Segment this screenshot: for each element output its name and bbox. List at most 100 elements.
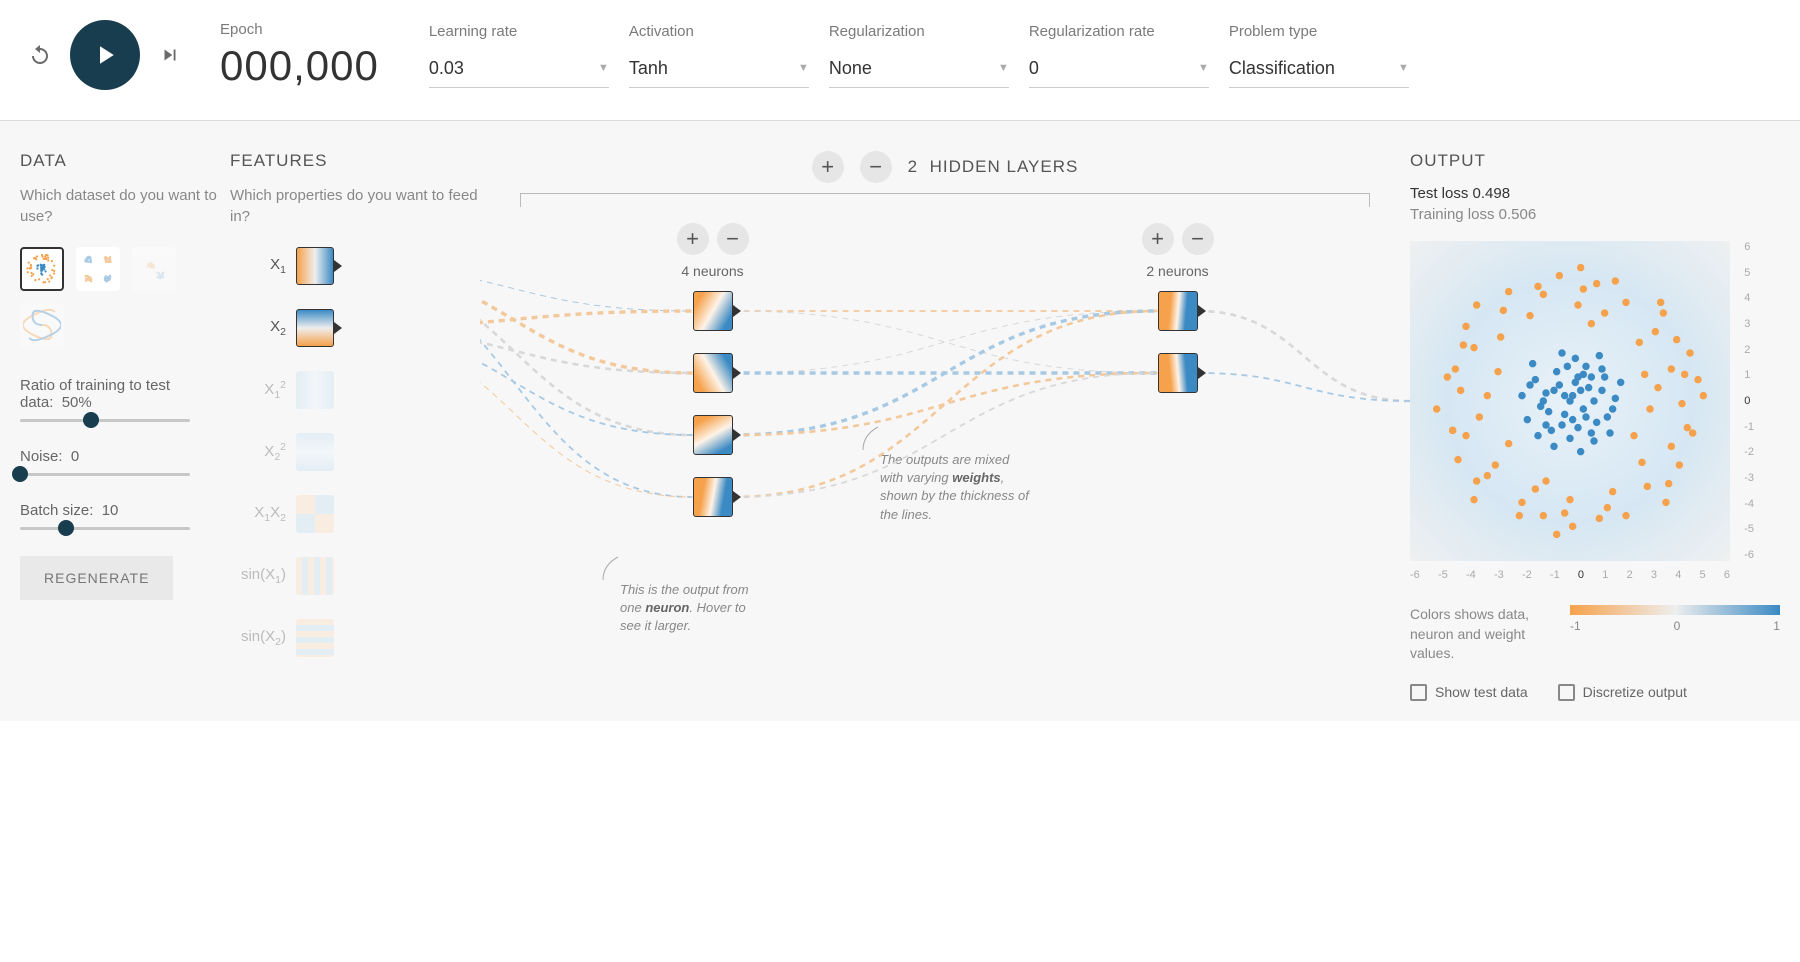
epoch-value: 000,000 bbox=[220, 42, 379, 90]
feature-label: X2 bbox=[230, 318, 286, 338]
activation-group: Activation Tanh ▼ bbox=[629, 23, 809, 88]
gradient-bar bbox=[1570, 605, 1780, 615]
noise-slider[interactable] bbox=[20, 473, 190, 476]
batch-value: 10 bbox=[102, 502, 119, 519]
triangle-icon bbox=[733, 491, 741, 503]
output-plot[interactable]: 6543210-1-2-3-4-5-6 -6-5-4-3-2-10123456 bbox=[1410, 241, 1730, 561]
feature-label: X1X2 bbox=[230, 504, 286, 524]
batch-slider[interactable] bbox=[20, 527, 190, 530]
feature-item[interactable]: sin(X2) bbox=[230, 619, 480, 657]
layers-bracket bbox=[520, 193, 1370, 207]
feature-label: X22 bbox=[230, 441, 286, 463]
problem-select[interactable]: Classification ▼ bbox=[1229, 54, 1409, 88]
dataset-circle[interactable] bbox=[20, 247, 64, 291]
add-neuron-button[interactable]: + bbox=[677, 223, 709, 255]
chevron-down-icon: ▼ bbox=[1398, 62, 1409, 74]
play-controls bbox=[20, 20, 190, 90]
feature-item[interactable]: X22 bbox=[230, 433, 480, 471]
color-gradient: -1 0 1 bbox=[1570, 605, 1780, 633]
dataset-spiral[interactable] bbox=[20, 303, 64, 347]
discretize-output-checkbox[interactable]: Discretize output bbox=[1558, 684, 1687, 701]
batch-label-text: Batch size: bbox=[20, 502, 93, 519]
plot-y-axis: 6543210-1-2-3-4-5-6 bbox=[1744, 241, 1754, 561]
feature-thumb[interactable] bbox=[296, 371, 334, 409]
hidden-layers-header: + − 2 HIDDEN LAYERS bbox=[480, 151, 1410, 183]
output-panel: OUTPUT Test loss 0.498 Training loss 0.5… bbox=[1410, 151, 1780, 701]
feature-item[interactable]: X1 bbox=[230, 247, 480, 285]
triangle-icon bbox=[733, 367, 741, 379]
show-test-data-checkbox[interactable]: Show test data bbox=[1410, 684, 1528, 701]
learning-rate-value: 0.03 bbox=[429, 58, 464, 79]
feature-thumb[interactable] bbox=[296, 309, 334, 347]
plot-x-axis: -6-5-4-3-2-10123456 bbox=[1410, 569, 1730, 581]
add-neuron-button[interactable]: + bbox=[1142, 223, 1174, 255]
feature-item[interactable]: X1X2 bbox=[230, 495, 480, 533]
triangle-icon bbox=[733, 305, 741, 317]
feature-thumb[interactable] bbox=[296, 433, 334, 471]
neuron[interactable] bbox=[693, 415, 733, 455]
ratio-label: Ratio of training to test data: 50% bbox=[20, 377, 230, 411]
feature-thumb[interactable] bbox=[296, 619, 334, 657]
feature-thumb[interactable] bbox=[296, 557, 334, 595]
neuron[interactable] bbox=[693, 353, 733, 393]
layer-controls: +− bbox=[677, 223, 749, 255]
regularization-select[interactable]: None ▼ bbox=[829, 54, 1009, 88]
neuron[interactable] bbox=[1158, 291, 1198, 331]
reg-rate-select[interactable]: 0 ▼ bbox=[1029, 54, 1209, 88]
batch-label: Batch size: 10 bbox=[20, 502, 230, 519]
neuron[interactable] bbox=[1158, 353, 1198, 393]
layer-caption: 4 neurons bbox=[681, 263, 743, 279]
neuron[interactable] bbox=[693, 477, 733, 517]
slider-thumb[interactable] bbox=[12, 466, 28, 482]
triangle-icon bbox=[1198, 305, 1206, 317]
feature-thumb[interactable] bbox=[296, 495, 334, 533]
layer-caption: 2 neurons bbox=[1146, 263, 1208, 279]
noise-label: Noise: 0 bbox=[20, 448, 230, 465]
step-button[interactable] bbox=[150, 35, 190, 75]
legend-mid: 0 bbox=[1674, 619, 1681, 633]
feature-item[interactable]: X2 bbox=[230, 309, 480, 347]
features-list: X1X2X12X22X1X2sin(X1)sin(X2) bbox=[230, 247, 480, 657]
slider-thumb[interactable] bbox=[83, 412, 99, 428]
learning-rate-select[interactable]: 0.03 ▼ bbox=[429, 54, 609, 88]
feature-item[interactable]: sin(X1) bbox=[230, 557, 480, 595]
learning-rate-label: Learning rate bbox=[429, 23, 609, 40]
feature-label: X12 bbox=[230, 379, 286, 401]
top-controls: Epoch 000,000 Learning rate 0.03 ▼ Activ… bbox=[0, 0, 1800, 121]
legend-text: Colors shows data, neuron and weight val… bbox=[1410, 605, 1550, 664]
remove-neuron-button[interactable]: − bbox=[717, 223, 749, 255]
data-subtitle: Which dataset do you want to use? bbox=[20, 185, 230, 227]
add-layer-button[interactable]: + bbox=[812, 151, 844, 183]
dataset-xor[interactable] bbox=[76, 247, 120, 291]
dataset-gauss[interactable] bbox=[132, 247, 176, 291]
data-panel: DATA Which dataset do you want to use? R… bbox=[20, 151, 230, 701]
activation-label: Activation bbox=[629, 23, 809, 40]
feature-item[interactable]: X12 bbox=[230, 371, 480, 409]
feature-label: sin(X1) bbox=[230, 566, 286, 586]
chevron-down-icon: ▼ bbox=[598, 62, 609, 74]
reg-rate-value: 0 bbox=[1029, 58, 1039, 79]
regularization-label: Regularization bbox=[829, 23, 1009, 40]
features-panel: FEATURES Which properties do you want to… bbox=[230, 151, 480, 701]
regenerate-button[interactable]: REGENERATE bbox=[20, 556, 173, 600]
reset-button[interactable] bbox=[20, 35, 60, 75]
checkbox-icon bbox=[1558, 684, 1575, 701]
activation-select[interactable]: Tanh ▼ bbox=[629, 54, 809, 88]
feature-thumb[interactable] bbox=[296, 247, 334, 285]
remove-neuron-button[interactable]: − bbox=[1182, 223, 1214, 255]
legend-max: 1 bbox=[1773, 619, 1780, 633]
remove-layer-button[interactable]: − bbox=[860, 151, 892, 183]
dataset-grid bbox=[20, 247, 230, 347]
hidden-layers-label: 2 HIDDEN LAYERS bbox=[908, 157, 1079, 177]
slider-thumb[interactable] bbox=[58, 520, 74, 536]
ratio-slider[interactable] bbox=[20, 419, 190, 422]
main-area: DATA Which dataset do you want to use? R… bbox=[0, 121, 1800, 721]
ratio-slider-row: Ratio of training to test data: 50% bbox=[20, 377, 230, 422]
reg-rate-label: Regularization rate bbox=[1029, 23, 1209, 40]
regularization-value: None bbox=[829, 58, 872, 79]
epoch-label: Epoch bbox=[220, 21, 379, 38]
callout-neuron: This is the output from one neuron. Hove… bbox=[620, 581, 770, 636]
neuron[interactable] bbox=[693, 291, 733, 331]
ratio-label-text: Ratio of training to test data: bbox=[20, 377, 170, 411]
play-button[interactable] bbox=[70, 20, 140, 90]
